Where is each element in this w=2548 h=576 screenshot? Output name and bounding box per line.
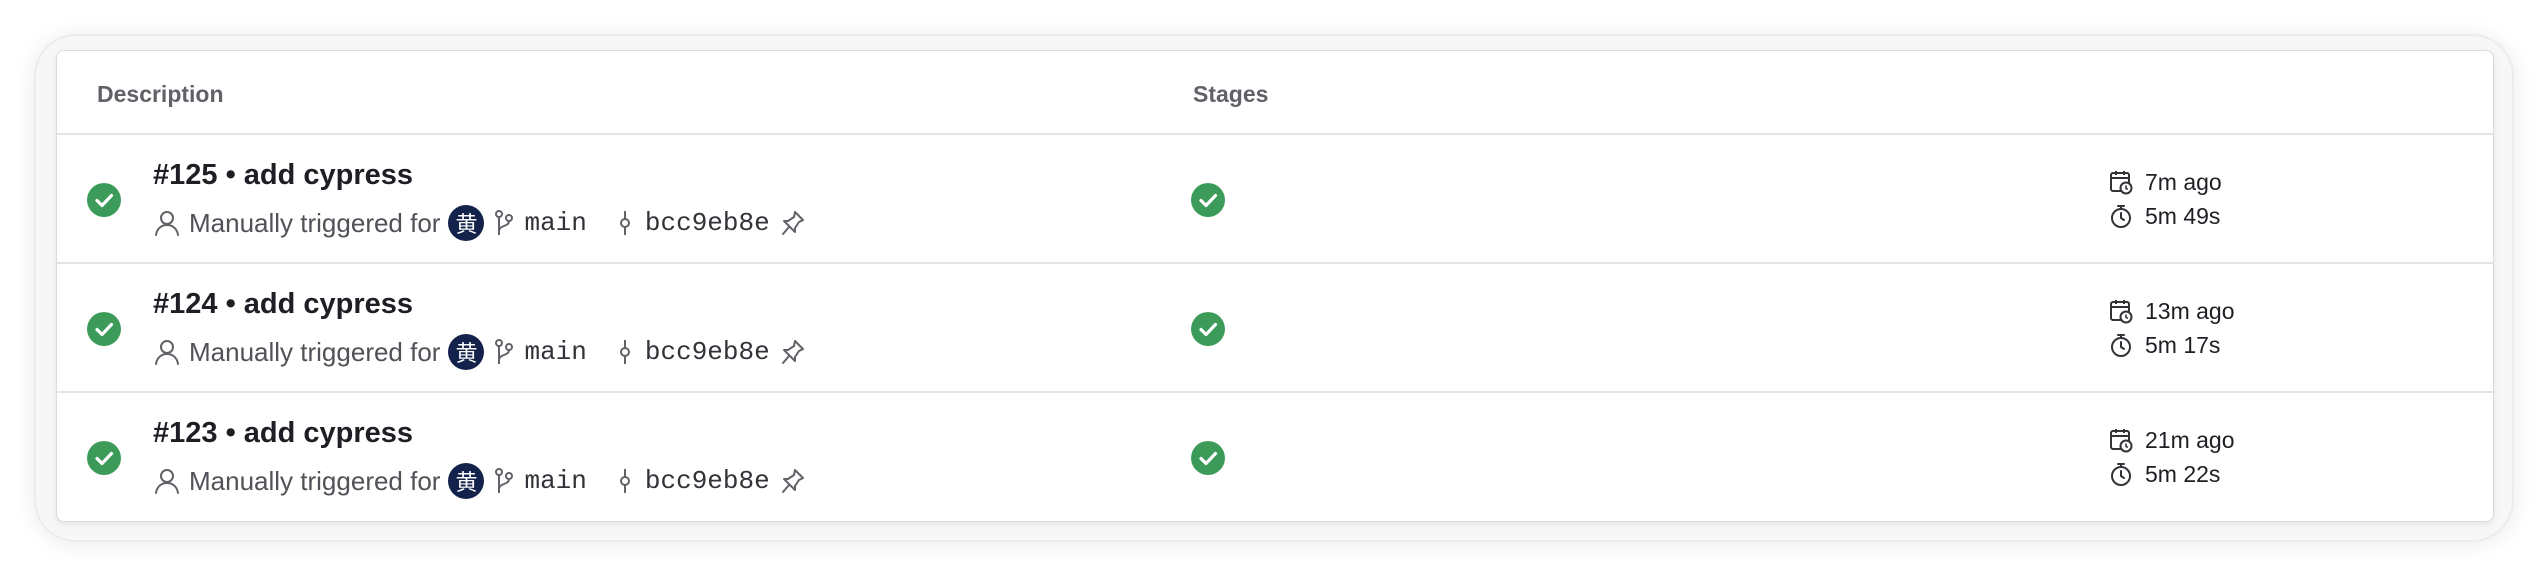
pipeline-title-link[interactable]: #123 • add cypress: [153, 417, 413, 450]
stopwatch-icon: [2109, 203, 2133, 229]
calendar-clock-icon: [2109, 298, 2133, 324]
pipeline-meta: Manually triggered for 黄 main bcc9eb8e: [153, 332, 806, 372]
duration: 5m 22s: [2145, 460, 2221, 487]
avatar[interactable]: 黄: [448, 334, 485, 370]
branch-icon: [492, 338, 516, 366]
column-header-stages: Stages: [1193, 81, 1269, 107]
avatar[interactable]: 黄: [448, 205, 485, 241]
duration: 5m 49s: [2145, 202, 2221, 229]
created-time: 7m ago: [2145, 168, 2222, 195]
created-time: 13m ago: [2145, 297, 2235, 324]
pipeline-status-passed-icon[interactable]: [87, 441, 121, 475]
commit-icon: [617, 467, 633, 495]
branch-link[interactable]: main: [524, 466, 586, 496]
user-icon: [153, 209, 181, 237]
pipeline-meta: Manually triggered for 黄 main bcc9eb8e: [153, 203, 806, 243]
table-row: #124 • add cypress Manually triggered fo…: [57, 264, 2493, 393]
branch-link[interactable]: main: [524, 208, 586, 238]
pipeline-title-link[interactable]: #125 • add cypress: [153, 159, 413, 192]
branch-icon: [492, 467, 516, 495]
window-frame: Description Stages #125 • add cypress Ma…: [36, 36, 2512, 540]
commit-icon: [617, 209, 633, 237]
pin-icon: [780, 467, 806, 495]
stage-status-passed-icon[interactable]: [1191, 312, 1225, 346]
pipeline-timing: 13m ago 5m 17s: [2109, 294, 2235, 362]
duration: 5m 17s: [2145, 331, 2221, 358]
calendar-clock-icon: [2109, 427, 2133, 453]
table-row: #125 • add cypress Manually triggered fo…: [57, 135, 2493, 264]
stopwatch-icon: [2109, 332, 2133, 358]
table-row: #123 • add cypress Manually triggered fo…: [57, 393, 2493, 520]
branch-link[interactable]: main: [524, 337, 586, 367]
trigger-text: Manually triggered for: [189, 336, 441, 367]
trigger-text: Manually triggered for: [189, 207, 441, 238]
pipeline-status-passed-icon[interactable]: [87, 183, 121, 217]
stage-status-passed-icon[interactable]: [1191, 441, 1225, 475]
pipeline-timing: 21m ago 5m 22s: [2109, 423, 2235, 491]
pipelines-table: Description Stages #125 • add cypress Ma…: [56, 50, 2494, 522]
column-header-description: Description: [97, 81, 224, 107]
user-icon: [153, 467, 181, 495]
pin-icon: [780, 338, 806, 366]
created-time: 21m ago: [2145, 426, 2235, 453]
commit-link[interactable]: bcc9eb8e: [645, 208, 770, 238]
commit-link[interactable]: bcc9eb8e: [645, 337, 770, 367]
stopwatch-icon: [2109, 461, 2133, 487]
stage-status-passed-icon[interactable]: [1191, 183, 1225, 217]
commit-link[interactable]: bcc9eb8e: [645, 466, 770, 496]
table-header: Description Stages: [57, 51, 2493, 135]
pipeline-timing: 7m ago 5m 49s: [2109, 165, 2222, 233]
calendar-clock-icon: [2109, 169, 2133, 195]
avatar[interactable]: 黄: [448, 463, 485, 499]
commit-icon: [617, 338, 633, 366]
branch-icon: [492, 209, 516, 237]
user-icon: [153, 338, 181, 366]
trigger-text: Manually triggered for: [189, 465, 441, 496]
pipeline-title-link[interactable]: #124 • add cypress: [153, 288, 413, 321]
pin-icon: [780, 209, 806, 237]
pipeline-meta: Manually triggered for 黄 main bcc9eb8e: [153, 461, 806, 501]
pipeline-status-passed-icon[interactable]: [87, 312, 121, 346]
